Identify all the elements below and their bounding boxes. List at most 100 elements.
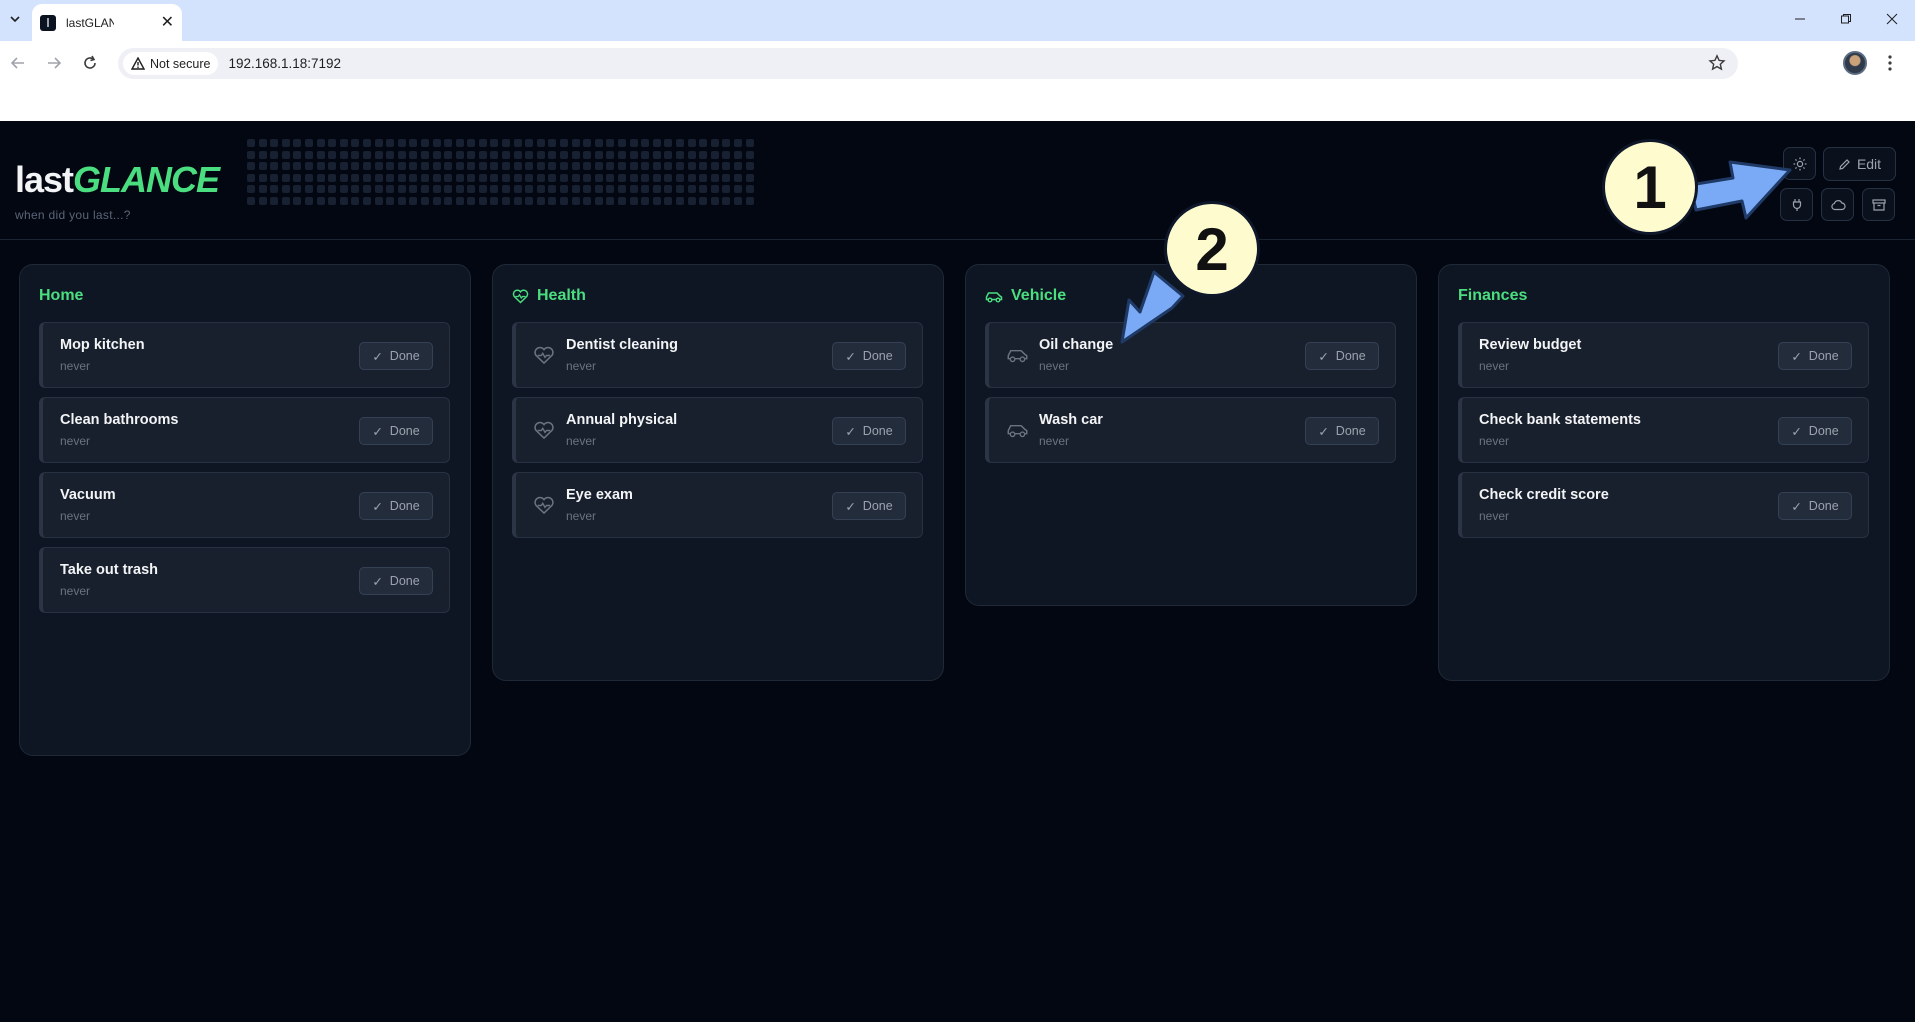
reload-icon[interactable]: [76, 49, 104, 77]
done-label: Done: [389, 424, 420, 438]
activity-dot: [687, 162, 696, 171]
restore-icon[interactable]: [1823, 0, 1869, 38]
activity-dot: [571, 162, 580, 171]
activity-dot: [409, 173, 418, 182]
heart-pulse-icon: [512, 288, 529, 304]
task-item[interactable]: Vacuum never ✓ Done: [39, 472, 450, 538]
activity-dot: [281, 196, 290, 205]
plug-icon: [1792, 198, 1801, 211]
activity-dot: [513, 150, 522, 159]
activity-dot: [525, 173, 534, 182]
activity-dot: [247, 162, 255, 171]
bookmark-star-icon[interactable]: [1708, 54, 1726, 77]
activity-dot: [652, 185, 661, 194]
task-last-done: never: [566, 359, 597, 373]
task-item[interactable]: Eye exam never ✓ Done: [512, 472, 923, 538]
activity-dot: [397, 162, 406, 171]
activity-dot: [386, 139, 395, 147]
activity-dot: [710, 196, 719, 205]
activity-dot: [525, 150, 534, 159]
task-item[interactable]: Mop kitchen never ✓ Done: [39, 322, 450, 388]
done-button[interactable]: ✓ Done: [359, 567, 433, 595]
task-item[interactable]: Check bank statements never ✓ Done: [1458, 397, 1869, 463]
activity-dot: [281, 162, 290, 171]
activity-dot: [293, 162, 302, 171]
heart-pulse-icon: [531, 419, 557, 441]
activity-dot: [641, 150, 650, 159]
activity-dot: [490, 139, 499, 147]
activity-dot: [478, 185, 487, 194]
edit-button[interactable]: Edit: [1823, 147, 1896, 181]
activity-dot: [270, 139, 279, 147]
category-title: Finances: [1458, 287, 1527, 305]
activity-dot: [687, 139, 696, 147]
activity-dot: [745, 185, 754, 194]
minimize-icon[interactable]: [1777, 0, 1823, 38]
done-button[interactable]: ✓ Done: [1778, 417, 1852, 445]
check-icon: ✓: [845, 349, 856, 364]
theme-toggle-button[interactable]: [1783, 147, 1816, 180]
done-button[interactable]: ✓ Done: [1778, 342, 1852, 370]
task-item[interactable]: Annual physical never ✓ Done: [512, 397, 923, 463]
activity-dot: [652, 173, 661, 182]
url-text[interactable]: 192.168.1.18:7192: [228, 56, 341, 71]
activity-dot: [699, 150, 708, 159]
activity-dot: [699, 185, 708, 194]
tab-close-icon[interactable]: ✕: [161, 14, 174, 31]
task-item[interactable]: Check credit score never ✓ Done: [1458, 472, 1869, 538]
done-button[interactable]: ✓ Done: [359, 417, 433, 445]
done-label: Done: [862, 424, 893, 438]
activity-dot: [583, 139, 592, 147]
task-name: Annual physical: [566, 412, 678, 428]
task-item[interactable]: Dentist cleaning never ✓ Done: [512, 322, 923, 388]
task-item[interactable]: Clean bathrooms never ✓ Done: [39, 397, 450, 463]
activity-dot: [571, 196, 580, 205]
task-item[interactable]: Oil change never ✓ Done: [985, 322, 1396, 388]
forward-arrow-icon[interactable]: [40, 49, 68, 77]
activity-dot: [351, 196, 360, 205]
task-last-done: never: [566, 509, 597, 523]
cloud-sync-button[interactable]: [1821, 188, 1854, 221]
task-name: Vacuum: [60, 487, 116, 503]
done-button[interactable]: ✓ Done: [1778, 492, 1852, 520]
profile-avatar[interactable]: [1843, 51, 1867, 75]
check-icon: ✓: [1791, 499, 1802, 514]
browser-tab[interactable]: lastGLANCE ✕: [32, 4, 182, 41]
category-card-health: Health Dentist cleaning never ✓ Done Annu…: [492, 264, 944, 681]
done-button[interactable]: ✓ Done: [832, 342, 906, 370]
activity-dot: [606, 185, 615, 194]
back-arrow-icon[interactable]: [4, 49, 32, 77]
activity-dot: [293, 139, 302, 147]
activity-dot: [304, 185, 313, 194]
done-button[interactable]: ✓ Done: [359, 492, 433, 520]
activity-dot: [374, 185, 383, 194]
tab-search-chevron-icon[interactable]: [4, 8, 26, 30]
activity-dot: [606, 139, 615, 147]
activity-dot: [699, 196, 708, 205]
activity-dot: [536, 150, 545, 159]
integrations-button[interactable]: [1780, 188, 1813, 221]
done-button[interactable]: ✓ Done: [832, 417, 906, 445]
activity-dot: [409, 162, 418, 171]
archive-button[interactable]: [1862, 188, 1895, 221]
browser-tab-strip: lastGLANCE ✕: [0, 0, 1915, 41]
close-window-icon[interactable]: [1869, 0, 1915, 38]
check-icon: ✓: [1318, 349, 1329, 364]
done-button[interactable]: ✓ Done: [832, 492, 906, 520]
security-chip[interactable]: Not secure: [123, 52, 219, 75]
done-button[interactable]: ✓ Done: [1305, 417, 1379, 445]
address-bar[interactable]: Not secure 192.168.1.18:7192: [118, 48, 1738, 79]
done-button[interactable]: ✓ Done: [359, 342, 433, 370]
activity-dot: [548, 139, 557, 147]
activity-dot: [722, 173, 731, 182]
more-menu-icon[interactable]: [1880, 51, 1900, 75]
activity-dot: [455, 139, 464, 147]
activity-dot: [386, 173, 395, 182]
task-item[interactable]: Take out trash never ✓ Done: [39, 547, 450, 613]
task-name: Check bank statements: [1479, 412, 1641, 428]
activity-dot: [304, 196, 313, 205]
done-label: Done: [389, 574, 420, 588]
task-item[interactable]: Review budget never ✓ Done: [1458, 322, 1869, 388]
done-button[interactable]: ✓ Done: [1305, 342, 1379, 370]
task-item[interactable]: Wash car never ✓ Done: [985, 397, 1396, 463]
